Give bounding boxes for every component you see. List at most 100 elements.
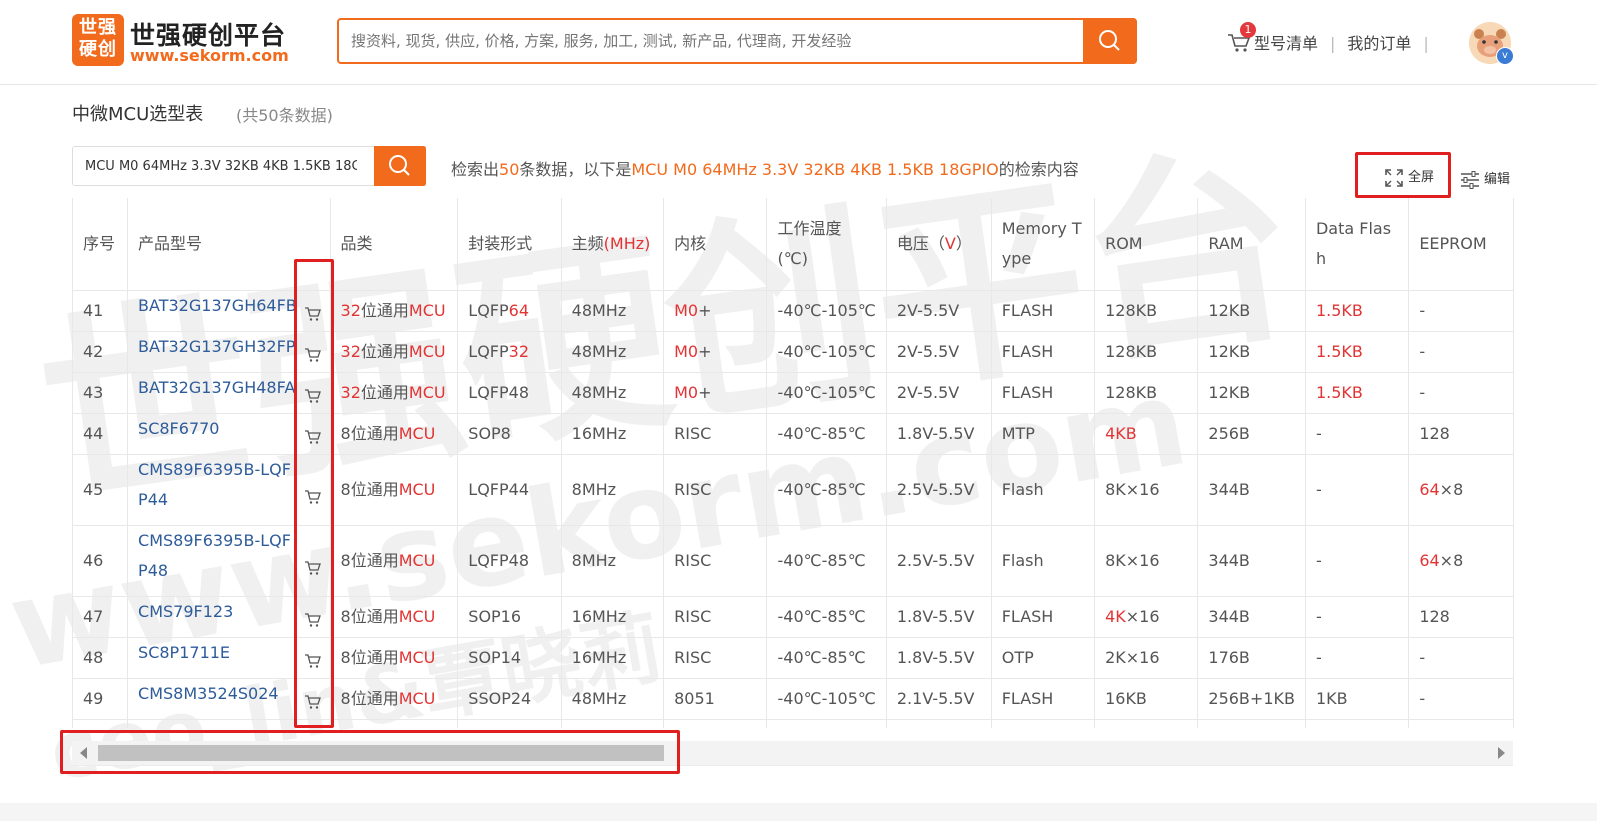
scroll-right-arrow-icon[interactable] [1498,747,1505,759]
table-row[interactable]: 44 SC8F6770 8位通用MCU SOP8 16MHz RISC -40℃-85℃ 1.… [73,413,1514,455]
model-link[interactable]: BAT32G137GH32FP [138,332,298,362]
col-header-temperature[interactable]: 工作温度 (℃) [766,198,887,291]
eeprom-text: - [1419,689,1426,708]
cell-memory-type: FLASH [991,596,1096,638]
cell-data-flash: 1.5KB [1305,290,1410,332]
col-header-rom[interactable]: ROM [1094,198,1199,291]
my-orders-link[interactable]: 我的订单 [1347,34,1411,53]
freq-header-unit: (MHz) [603,234,651,253]
table-row[interactable]: 50SC7021K触摸感应ICSOT23-6-RISC-20℃-85℃2.7V-… [73,719,1514,728]
table-row[interactable]: 49 CMS8M3524S024 8位通用MCU SSOP24 48MHz 8051 -40… [73,678,1514,720]
col-header-package[interactable]: 封装形式 [457,198,562,291]
col-header-no[interactable]: 序号 [73,198,129,291]
eeprom-text: - [1419,648,1426,667]
cell-category: 8位通用MCU [330,596,459,638]
data-flash-value: 1KB [1315,689,1348,708]
cell-eeprom: - [1408,331,1514,373]
model-link[interactable]: SC8F6770 [138,414,298,444]
core-highlight: M0 [674,301,699,320]
cell-eeprom: - [1408,678,1514,720]
package-type: LQFP44 [468,480,529,499]
edit-columns-button[interactable]: 编辑 [1460,168,1510,189]
core-text: + [698,301,712,320]
cell-frequency: 48MHz [561,331,665,373]
col-header-data-flash[interactable]: Data Flash [1305,198,1410,291]
cell-ram: 344B [1197,596,1306,638]
edit-label: 编辑 [1484,172,1511,187]
data-flash-value: - [1315,480,1322,499]
col-header-core[interactable]: 内核 [663,198,768,291]
cell-memory-type: OTP [991,637,1096,679]
search-icon [389,155,410,176]
cell-data-flash: - [1305,525,1410,597]
table-row[interactable]: 42 BAT32G137GH32FP 32位通用MCU LQFP32 48MHz M0+ -… [73,331,1514,373]
model-link[interactable]: CMS8M3524S024 [138,679,298,709]
site-search-button[interactable] [1083,18,1137,64]
cell-temperature: -40℃-85℃ [766,454,887,526]
eeprom-highlight: 64 [1419,551,1440,570]
filter-search-input[interactable] [73,147,369,185]
package-type: LQFP [468,342,509,361]
cell-category: 8位通用MCU [330,454,459,526]
col-header-ram[interactable]: RAM [1197,198,1306,291]
model-link[interactable]: BAT32G137GH64FB [138,291,298,321]
cell-memory-type: FLASH [991,678,1096,720]
table-row[interactable]: 46 CMS89F6395B-LQFP48 8位通用MCU LQFP48 8MHz RIS… [73,525,1514,597]
cell-eeprom: - [1408,372,1514,414]
cell-memory-type: Flash [991,454,1096,526]
table-row[interactable]: 45 CMS89F6395B-LQFP44 8位通用MCU LQFP44 8MHz RIS… [73,454,1514,526]
col-header-category[interactable]: 品类 [330,198,459,291]
cell-temperature: -40℃-105℃ [766,331,887,373]
model-link[interactable]: BAT32G137GH48FA [138,373,298,403]
filter-search [72,146,426,186]
cell-frequency: 16MHz [561,637,665,679]
site-search-input[interactable] [339,20,1075,62]
table-row[interactable]: 43 BAT32G137GH48FA 32位通用MCU LQFP48 48MHz M0+ -… [73,372,1514,414]
cell-data-flash: - [1305,413,1410,455]
col-header-voltage[interactable]: 电压（V） [886,198,992,291]
eeprom-text: - [1419,301,1426,320]
model-link[interactable]: CMS89F6395B-LQFP48 [138,526,298,586]
col-header-eeprom[interactable]: EEPROM [1408,198,1514,291]
cell-data-flash: - [1305,719,1410,728]
cell-temperature: -40℃-85℃ [766,525,887,597]
cell-temperature: -40℃-105℃ [766,290,887,332]
model-link[interactable]: CMS79F123 [138,597,298,627]
cell-ram: 344B [1197,525,1306,597]
cell-core: RISC [663,596,768,638]
table-row[interactable]: 48 SC8P1711E 8位通用MCU SOP14 16MHz RISC -40℃-85℃… [73,637,1514,679]
eeprom-text: ×8 [1439,551,1464,570]
cell-no: 42 [73,331,129,373]
cell-voltage: 2.5V-5.5V [886,454,992,526]
search-result-summary: 检索出50条数据，以下是MCU M0 64MHz 3.3V 32KB 4KB 1… [451,156,1079,180]
cell-category: 8位通用MCU [330,678,459,720]
filter-search-button[interactable] [374,146,426,186]
col-header-frequency[interactable]: 主频(MHz) [561,198,665,291]
rom-text: ×16 [1125,607,1160,626]
voltage-header-open: （ [928,234,945,253]
selection-table-viewport[interactable]: 序号 产品型号 品类 封装形式 主频(MHz) 内核 工作温度 (℃) 电压（V… [72,198,1514,728]
model-link[interactable]: SC7021K [138,720,298,728]
logo-badge[interactable]: 世强硬创 [72,14,124,66]
voltage-header-label: 电压 [896,234,929,253]
logo-url[interactable]: www.sekorm.com [130,46,289,65]
table-row[interactable]: 41 BAT32G137GH64FB 32位通用MCU LQFP64 48MHz M0+ -… [73,290,1514,332]
cell-ram: 256B+1KB [1197,678,1306,720]
cell-package: LQFP44 [457,454,562,526]
cell-temperature: -40℃-85℃ [766,413,887,455]
cell-no: 48 [73,637,129,679]
verified-badge: v [1496,47,1514,65]
core-text: RISC [674,424,712,443]
model-link[interactable]: CMS89F6395B-LQFP44 [138,455,298,515]
cell-data-flash: 1KB [1305,678,1410,720]
col-header-memory-type[interactable]: Memory Type [991,198,1096,291]
fullscreen-button[interactable]: 全屏 [1384,166,1434,188]
cell-package: SSOP24 [457,678,562,720]
model-list-link[interactable]: 型号清单 [1254,34,1318,53]
cell-no: 45 [73,454,129,526]
table-row[interactable]: 47 CMS79F123 8位通用MCU SOP16 16MHz RISC -40℃-85℃… [73,596,1514,638]
category-text: 位通用 [360,301,409,320]
annotation-box-scrollbar [60,730,680,774]
cell-category: 8位通用MCU [330,637,459,679]
model-link[interactable]: SC8P1711E [138,638,298,668]
